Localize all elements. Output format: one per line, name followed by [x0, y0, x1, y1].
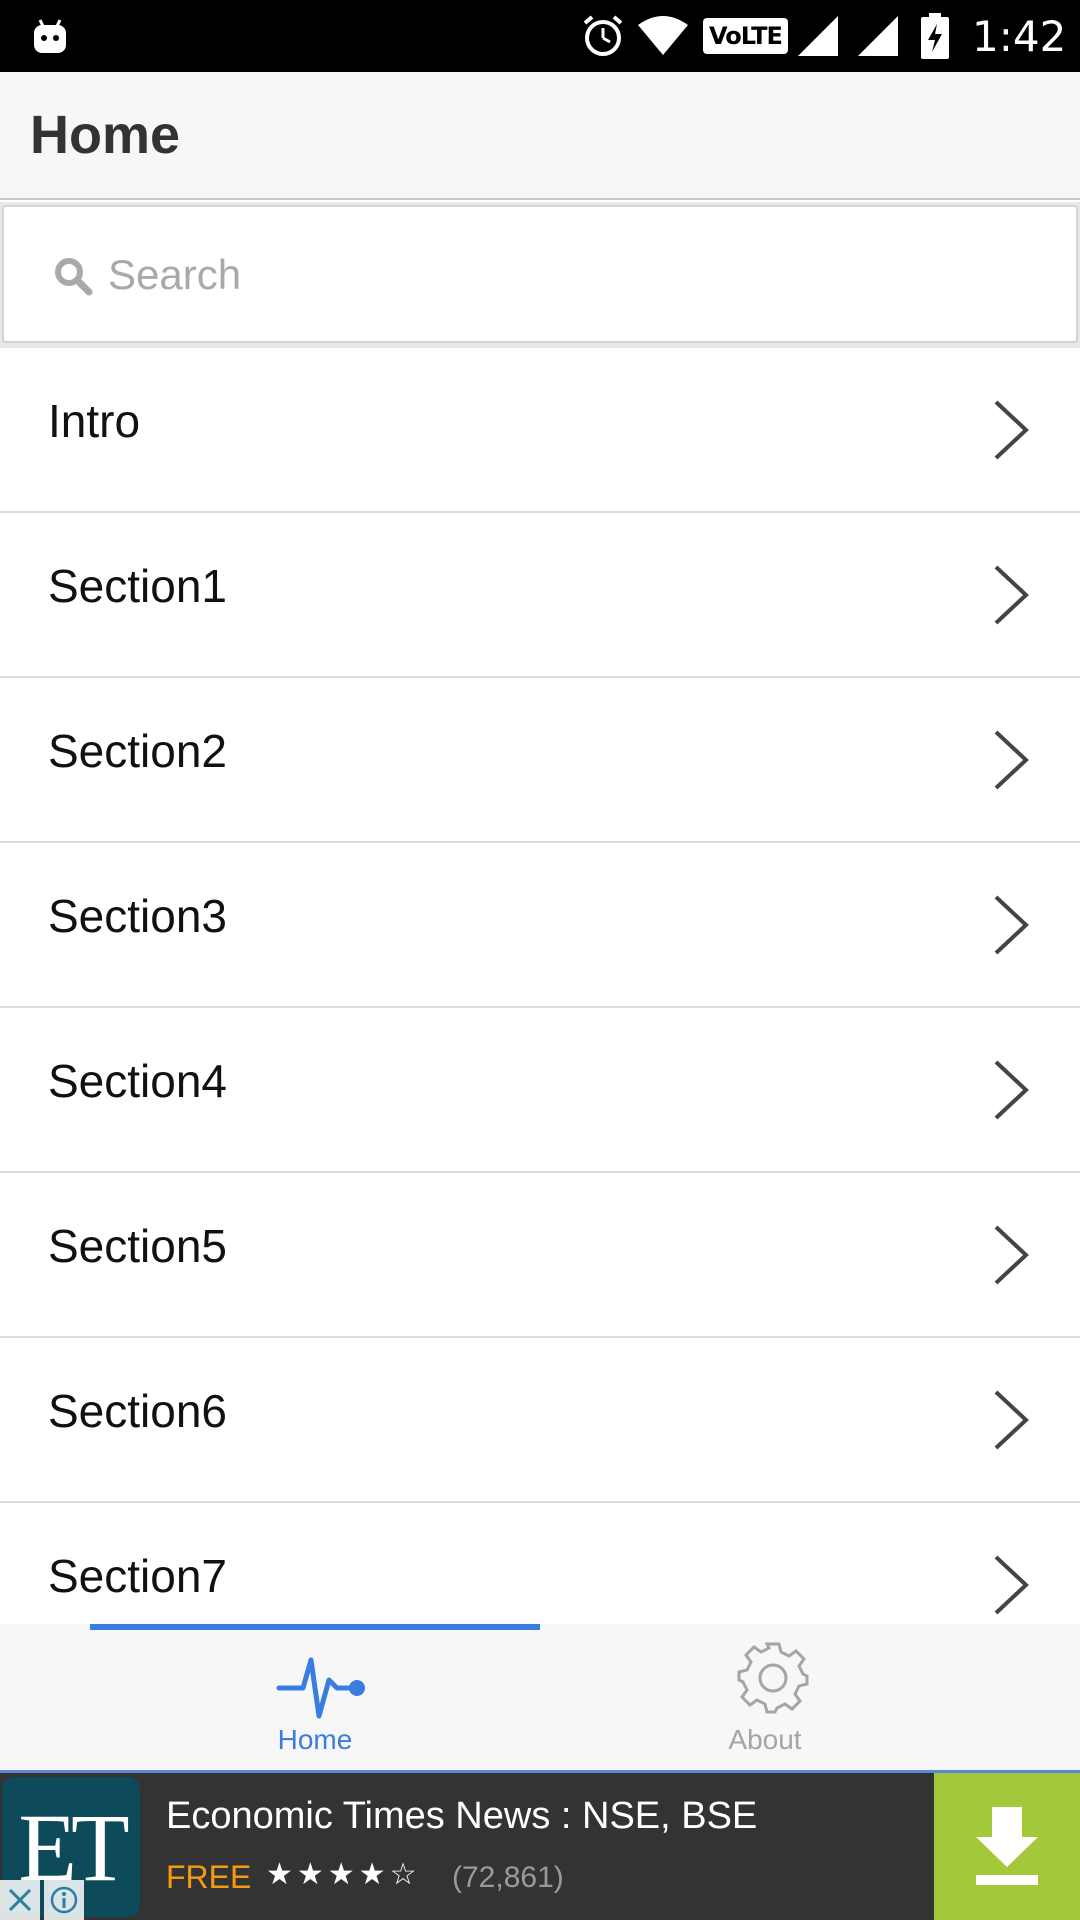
- battery-charging-icon: [920, 0, 950, 72]
- chevron-right-icon: [994, 1555, 1029, 1615]
- list-item-label: Section2: [48, 725, 228, 777]
- list-item-label: Section5: [48, 1220, 228, 1272]
- tab-home[interactable]: Home: [90, 1624, 540, 1770]
- signal-icon: [856, 0, 900, 72]
- ad-banner[interactable]: ET Economic Times News : NSE, BSE FREE ★…: [0, 1770, 1080, 1920]
- android-icon: [30, 0, 70, 72]
- list-item-section2[interactable]: Section2: [0, 678, 1080, 843]
- chevron-right-icon: [994, 1390, 1029, 1450]
- list-item-label: Section4: [48, 1055, 228, 1107]
- chevron-right-icon: [994, 1060, 1029, 1120]
- search-box[interactable]: [2, 205, 1078, 343]
- volte-badge: VoLTE: [703, 18, 788, 54]
- list-item-section5[interactable]: Section5: [0, 1173, 1080, 1338]
- ad-info-button[interactable]: [44, 1880, 84, 1920]
- gear-icon: [737, 1642, 809, 1714]
- list-item-label: Section7: [48, 1550, 228, 1602]
- signal-icon: [796, 0, 840, 72]
- chevron-right-icon: [994, 1225, 1029, 1285]
- info-icon: [50, 1886, 78, 1914]
- list-item-label: Section1: [48, 560, 228, 612]
- ad-rating-stars: ★★★★☆: [266, 1857, 421, 1892]
- page-title: Home: [30, 105, 181, 165]
- list-item-section3[interactable]: Section3: [0, 843, 1080, 1008]
- activity-icon: [276, 1657, 365, 1719]
- search-input[interactable]: [108, 235, 1008, 315]
- list-item-section4[interactable]: Section4: [0, 1008, 1080, 1173]
- ad-title: Economic Times News : NSE, BSE: [166, 1795, 758, 1837]
- list-item-section6[interactable]: Section6: [0, 1338, 1080, 1503]
- section-list: Intro Section1 Section2 Section3 Section…: [0, 348, 1080, 1624]
- alarm-icon: [580, 0, 626, 72]
- chevron-right-icon: [994, 400, 1029, 460]
- list-item-label: Section3: [48, 890, 228, 942]
- tab-about[interactable]: About: [540, 1624, 990, 1770]
- ad-price: FREE: [166, 1859, 252, 1895]
- chevron-right-icon: [994, 895, 1029, 955]
- list-item-section1[interactable]: Section1: [0, 513, 1080, 678]
- ad-controls: [0, 1880, 88, 1920]
- tab-about-label: About: [728, 1724, 802, 1755]
- list-item-label: Section6: [48, 1385, 228, 1437]
- download-icon: [976, 1807, 1038, 1885]
- ad-close-button[interactable]: [0, 1880, 40, 1920]
- close-icon: [8, 1888, 32, 1912]
- screen: VoLTE 1:42 Home I: [0, 0, 1080, 1920]
- chevron-right-icon: [994, 730, 1029, 790]
- status-bar: VoLTE 1:42: [0, 0, 1080, 72]
- bottom-tab-bar: Home About: [0, 1624, 1080, 1770]
- search-icon: [55, 258, 93, 296]
- app-header: Home: [0, 72, 1080, 200]
- list-item-intro[interactable]: Intro: [0, 348, 1080, 513]
- clock: 1:42: [972, 11, 1067, 61]
- chevron-right-icon: [994, 565, 1029, 625]
- search-bar: [0, 202, 1080, 348]
- ad-review-count: (72,861): [452, 1861, 564, 1894]
- wifi-icon: [636, 0, 690, 72]
- tab-home-label: Home: [277, 1724, 353, 1755]
- ad-download-button[interactable]: [934, 1773, 1080, 1920]
- list-item-section7[interactable]: Section7: [0, 1503, 1080, 1624]
- list-item-label: Intro: [48, 395, 141, 447]
